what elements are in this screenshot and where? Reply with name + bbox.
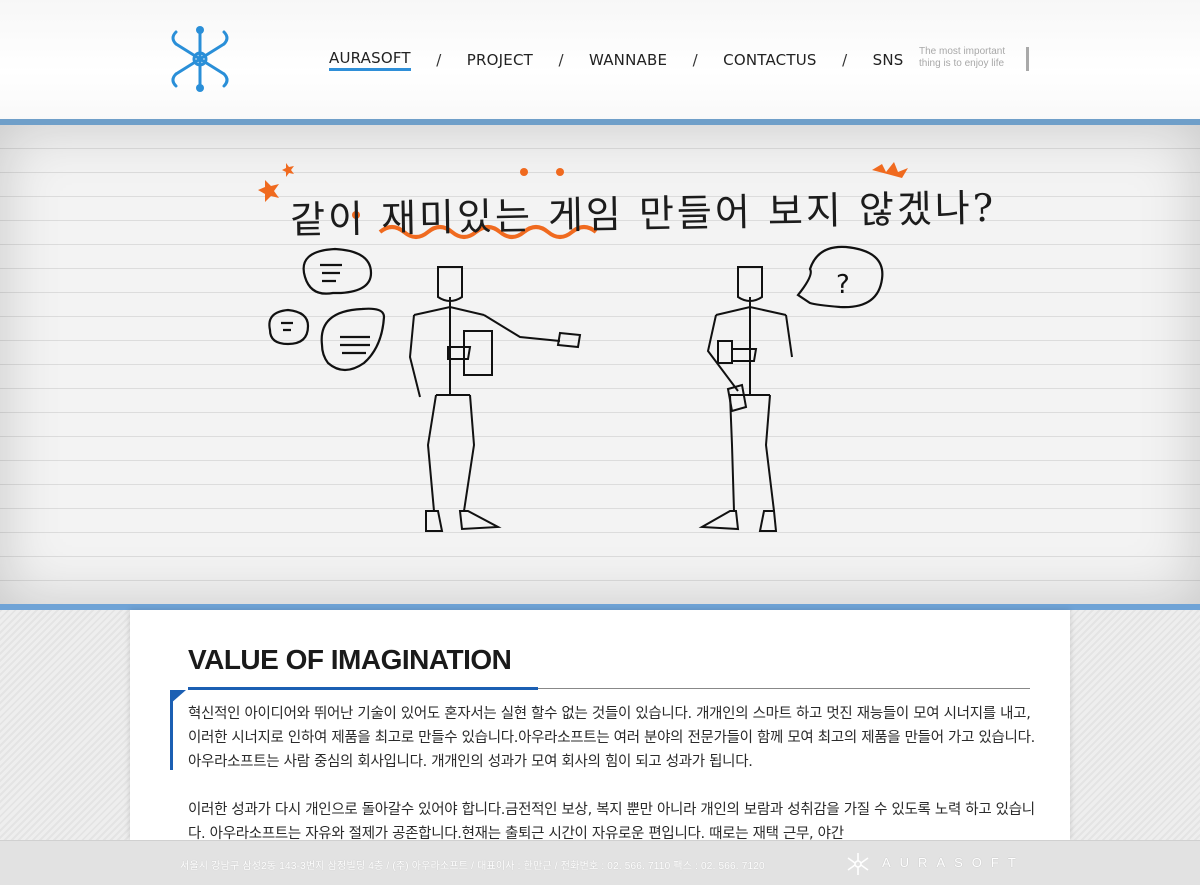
speech-bubbles-left [268, 247, 386, 372]
content-panel: VALUE OF IMAGINATION 혁신적인 아이디어와 뛰어난 기술이 … [130, 610, 1070, 840]
tagline-divider [1026, 47, 1029, 71]
right-side-pattern [1070, 610, 1200, 840]
footer-brand: AURASOFT [882, 855, 1025, 870]
second-paragraph: 이러한 성과가 다시 개인으로 돌아갈수 있어야 합니다.금전적인 보상, 복지… [188, 802, 1035, 840]
stick-figure-right [698, 266, 793, 532]
section-title: VALUE OF IMAGINATION [188, 644, 512, 675]
intro-paragraph: 혁신적인 아이디어와 뛰어난 기술이 있어도 혼자서는 실현 할수 없는 것들이… [188, 706, 1035, 770]
tagline-line2: thing is to enjoy life [919, 58, 1005, 69]
tagline: The most important thing is to enjoy lif… [919, 46, 1005, 70]
quote-side-bar [170, 690, 173, 770]
footer-address: 서울시 강남구 삼성2동 143-3번지 삼정빌딩 4층 / (주) 아우라소프… [180, 861, 765, 872]
left-side-pattern [0, 610, 130, 840]
molecule-logo-icon[interactable] [166, 24, 234, 94]
nav-separator: / [842, 51, 848, 69]
title-rule-accent [188, 687, 538, 690]
nav-aurasoft[interactable]: AURASOFT [329, 49, 411, 71]
hero-banner: ? 같이 재미있는 게임 만들어 보지 않겠나? [0, 125, 1200, 605]
nav-sns[interactable]: SNS [873, 51, 904, 69]
footer-logo-icon [847, 853, 869, 875]
nav-separator: / [692, 51, 698, 69]
nav-project[interactable]: PROJECT [467, 51, 533, 69]
nav-separator: / [436, 51, 442, 69]
nav-wannabe[interactable]: WANNABE [589, 51, 667, 69]
nav-separator: / [558, 51, 564, 69]
header: AURASOFT / PROJECT / WANNABE / CONTACTUS… [0, 0, 1200, 120]
tagline-line1: The most important [919, 46, 1006, 57]
footer: 서울시 강남구 삼성2동 143-3번지 삼정빌딩 4층 / (주) 아우라소프… [0, 840, 1200, 885]
nav-contactus[interactable]: CONTACTUS [723, 51, 816, 69]
speech-question-mark: ? [836, 270, 850, 300]
main-nav: AURASOFT / PROJECT / WANNABE / CONTACTUS… [329, 48, 903, 72]
stick-figure-left [408, 266, 582, 532]
